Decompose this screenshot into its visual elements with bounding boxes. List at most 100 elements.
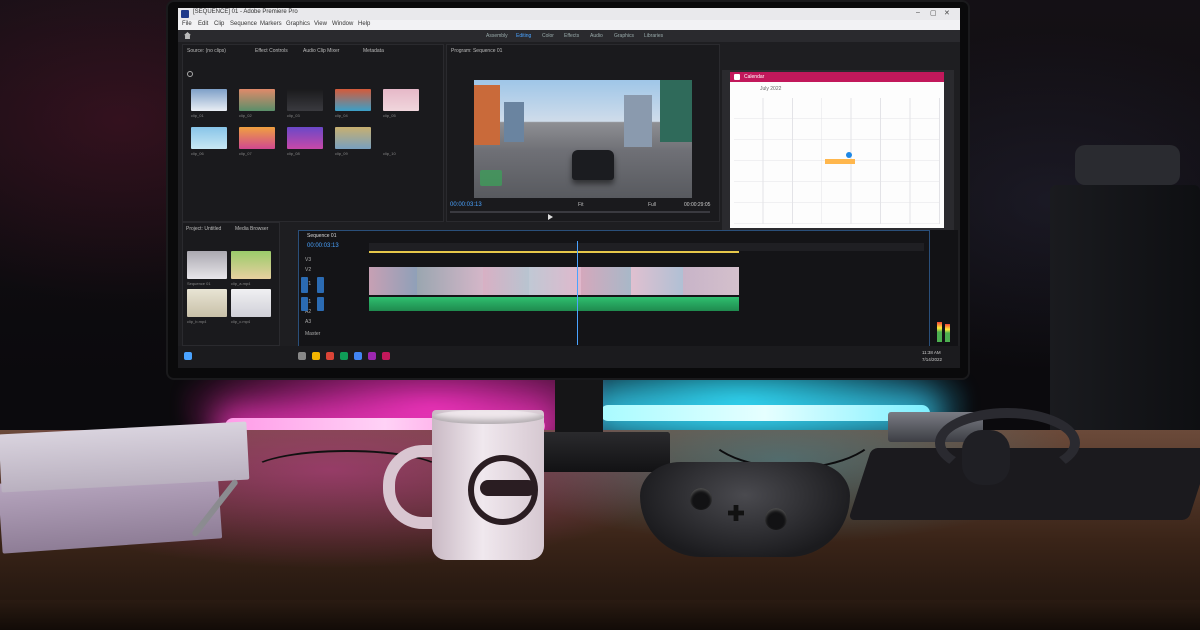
media-thumbnail[interactable] [287, 127, 323, 149]
tab-audio-mixer[interactable]: Audio Clip Mixer [303, 48, 339, 54]
thumbnail-label: clip_08 [287, 151, 300, 156]
menu-file[interactable]: File [182, 21, 192, 27]
tab-media-browser[interactable]: Media Browser [235, 226, 268, 232]
program-scrubber[interactable] [450, 211, 710, 213]
tab-effects[interactable]: Effects [564, 33, 579, 39]
media-thumbnail[interactable] [383, 89, 419, 111]
tab-metadata[interactable]: Metadata [363, 48, 384, 54]
project-item-thumbnail[interactable] [187, 289, 227, 317]
maximize-button[interactable]: ▢ [930, 9, 937, 17]
windows-taskbar: 11:38 AM 7/14/2022 [178, 346, 960, 368]
menu-window[interactable]: Window [332, 21, 353, 27]
video-clip[interactable] [529, 267, 581, 295]
project-item-label: Sequence 01 [187, 281, 211, 286]
program-quality[interactable]: Full [648, 202, 656, 208]
mug-logo-band [480, 480, 536, 496]
thumbnail-label: clip_06 [191, 151, 204, 156]
building [624, 95, 652, 147]
menu-edit[interactable]: Edit [198, 21, 208, 27]
menu-clip[interactable]: Clip [214, 21, 224, 27]
meter-left [937, 322, 942, 342]
menu-help[interactable]: Help [358, 21, 370, 27]
track-target-v1[interactable] [301, 277, 308, 293]
gamepad-icon [640, 462, 850, 557]
timeline-panel: Sequence 01 00:00:03:13 V3 V2 V1 A1 A2 A… [298, 230, 930, 350]
project-item-thumbnail[interactable] [231, 289, 271, 317]
track-target-a1[interactable] [301, 297, 308, 311]
tab-audio[interactable]: Audio [590, 33, 603, 39]
tab-assembly[interactable]: Assembly [486, 33, 508, 39]
calendar-event[interactable] [825, 159, 855, 164]
menu-graphics[interactable]: Graphics [286, 21, 310, 27]
monitor-stand-neck [555, 375, 603, 435]
palm-tree [660, 80, 692, 142]
tab-libraries[interactable]: Libraries [644, 33, 663, 39]
clock-time[interactable]: 11:38 AM [922, 350, 941, 355]
audio-clip[interactable] [369, 297, 739, 311]
file-explorer-icon[interactable] [312, 352, 320, 360]
premiere-icon[interactable] [368, 352, 376, 360]
home-icon[interactable] [184, 32, 191, 39]
source-panel: Source: (no clips) Effect Controls Audio… [182, 44, 444, 222]
track-label-v3: V3 [305, 257, 312, 263]
video-clip[interactable] [581, 267, 631, 295]
video-clip[interactable] [631, 267, 683, 295]
app-titlebar: [SEQUENCE] 01 - Adobe Premiere Pro – ▢ ✕ [178, 8, 960, 20]
mail-icon[interactable] [354, 352, 362, 360]
mug-rim [432, 410, 544, 424]
search-icon[interactable] [187, 71, 193, 77]
media-thumbnail[interactable] [191, 127, 227, 149]
media-thumbnail[interactable] [191, 89, 227, 111]
media-thumbnail[interactable] [239, 127, 275, 149]
tab-effect-controls[interactable]: Effect Controls [255, 48, 288, 54]
media-thumbnail[interactable] [335, 127, 371, 149]
right-thumbstick [765, 508, 787, 530]
close-button[interactable]: ✕ [944, 9, 950, 17]
media-thumbnail[interactable] [239, 89, 275, 111]
time-ruler[interactable] [369, 243, 924, 251]
menu-view[interactable]: View [314, 21, 327, 27]
window-title: [SEQUENCE] 01 - Adobe Premiere Pro [193, 9, 298, 15]
program-video-frame [474, 80, 692, 198]
video-clip[interactable] [369, 267, 417, 295]
tab-source[interactable]: Source: (no clips) [187, 48, 226, 54]
thumbnail-label: clip_02 [239, 113, 252, 118]
track-target-v1-source[interactable] [317, 277, 324, 293]
media-thumbnail[interactable] [287, 89, 323, 111]
track-label-master: Master [305, 331, 321, 337]
search-icon[interactable] [298, 352, 306, 360]
menu-sequence[interactable]: Sequence [230, 21, 257, 27]
tab-editing[interactable]: Editing [516, 33, 531, 39]
building [474, 85, 500, 145]
speaker [1050, 185, 1200, 465]
program-zoom[interactable]: Fit [578, 202, 584, 208]
video-clip[interactable] [683, 267, 739, 295]
media-thumbnail[interactable] [335, 89, 371, 111]
video-clip[interactable] [483, 267, 529, 295]
tab-project[interactable]: Project: Untitled [186, 226, 221, 232]
car [572, 150, 614, 180]
project-item-thumbnail[interactable] [187, 251, 227, 279]
calendar-icon[interactable] [382, 352, 390, 360]
browser-icon[interactable] [326, 352, 334, 360]
playhead[interactable] [577, 241, 578, 345]
track-target-a1-source[interactable] [317, 297, 324, 311]
project-item-thumbnail[interactable] [231, 251, 271, 279]
play-icon[interactable] [548, 214, 553, 220]
menu-bar: File Edit Clip Sequence Markers Graphics… [178, 20, 960, 30]
start-icon[interactable] [184, 352, 192, 360]
program-title: Program: Sequence 01 [451, 48, 503, 54]
program-timecode: 00:00:03:13 [450, 202, 482, 208]
clock-date[interactable]: 7/14/2022 [922, 357, 942, 362]
thumbnail-label: clip_01 [191, 113, 204, 118]
store-icon[interactable] [340, 352, 348, 360]
timeline-tab[interactable]: Sequence 01 [307, 233, 336, 239]
tab-color[interactable]: Color [542, 33, 554, 39]
tab-graphics[interactable]: Graphics [614, 33, 634, 39]
video-clip[interactable] [417, 267, 483, 295]
menu-markers[interactable]: Markers [260, 21, 282, 27]
work-area-bar[interactable] [369, 251, 739, 253]
monitor-stand-base [540, 432, 670, 472]
app-logo-icon [181, 10, 189, 18]
minimize-button[interactable]: – [916, 9, 920, 16]
